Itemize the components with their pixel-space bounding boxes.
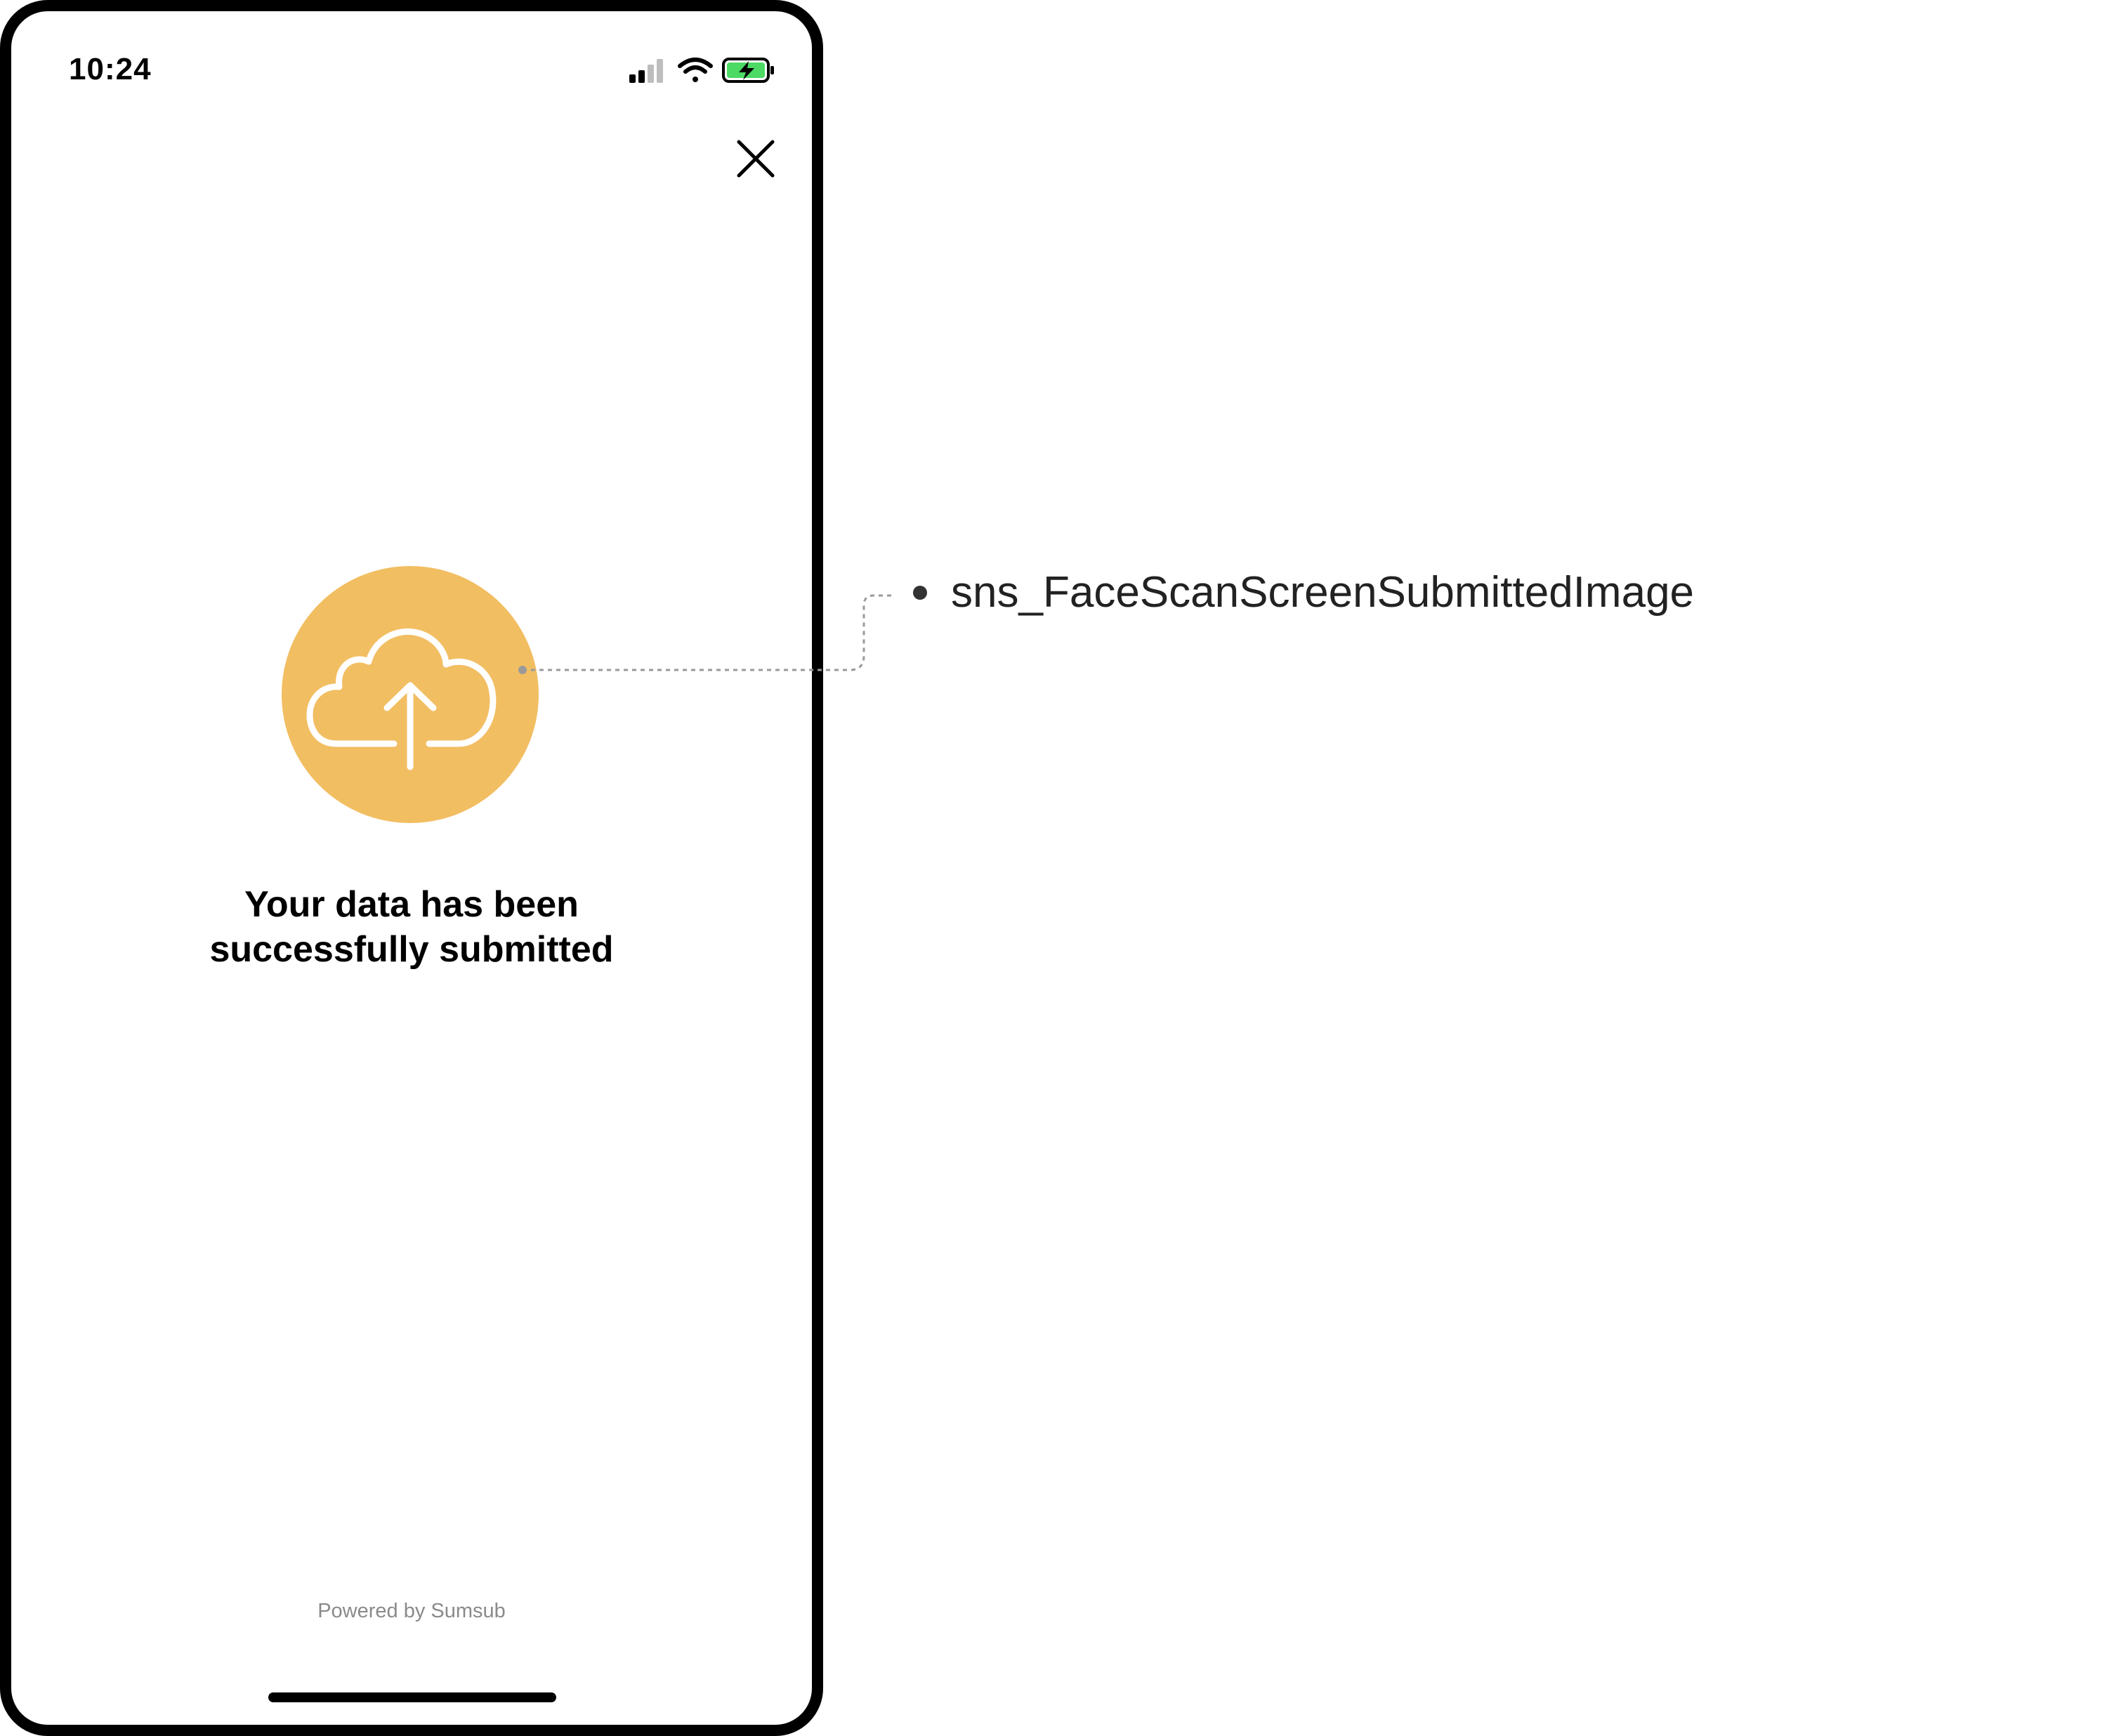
phone-frame: 10:24 Your data has been successfully su… bbox=[0, 0, 823, 1736]
bullet-dot bbox=[913, 585, 927, 600]
powered-by-label: Powered by Sumsub bbox=[317, 1600, 506, 1622]
battery-charging-icon bbox=[722, 58, 774, 83]
home-indicator bbox=[268, 1692, 556, 1702]
canvas: 10:24 Your data has been successfully su… bbox=[0, 0, 2107, 1736]
annotation-connector bbox=[518, 594, 895, 674]
annotation-label: sns_FaceScanScreenSubmittedImage bbox=[951, 568, 1695, 617]
connector-line bbox=[523, 594, 895, 671]
wifi-icon bbox=[678, 58, 713, 82]
cellular-signal-icon bbox=[629, 59, 663, 83]
annotation-item: sns_FaceScanScreenSubmittedImage bbox=[913, 567, 1694, 617]
close-icon bbox=[737, 140, 775, 178]
success-message: Your data has been successfully submitte… bbox=[209, 884, 614, 970]
submitted-image bbox=[282, 566, 539, 823]
close-button[interactable] bbox=[735, 138, 777, 180]
status-time: 10:24 bbox=[69, 52, 152, 86]
status-icons bbox=[629, 58, 774, 83]
